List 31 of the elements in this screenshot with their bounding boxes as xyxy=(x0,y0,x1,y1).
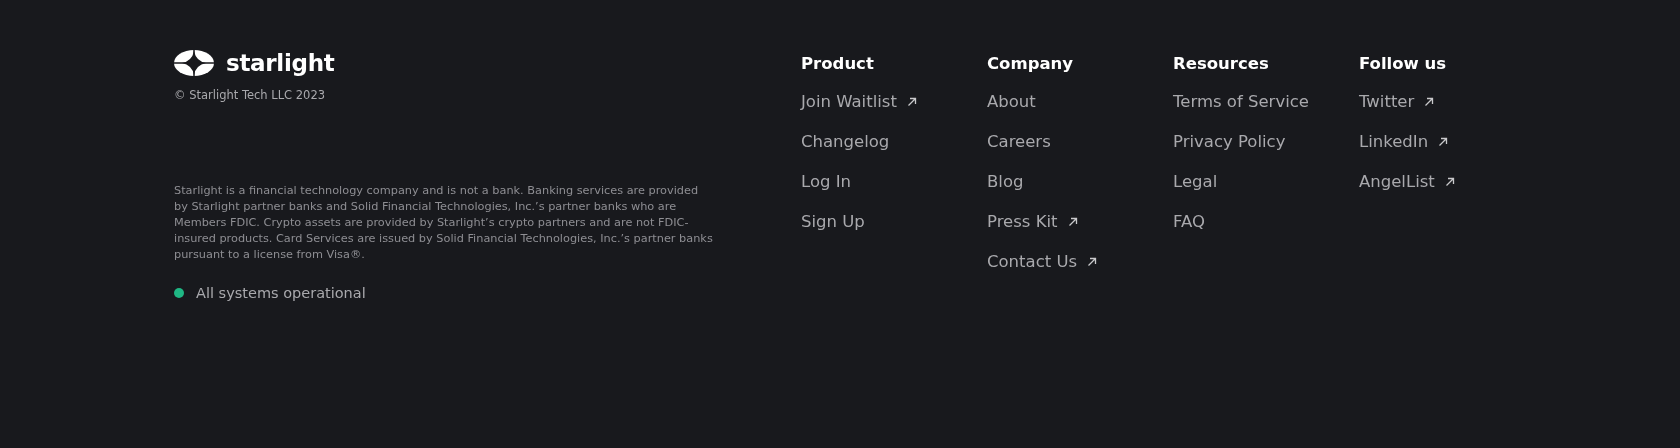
footer-link[interactable]: Log In xyxy=(801,172,852,191)
column-heading: Follow us xyxy=(1359,54,1448,73)
logo-icon xyxy=(174,50,214,76)
external-link-icon xyxy=(1444,176,1455,187)
external-link-icon xyxy=(1438,136,1449,147)
disclaimer-text: Starlight is a financial technology company and is not a bank. Banking services are provided by Starlight partner banks and Solid Financial Technologies, Inc.’s partner banks who are Members FDIC. Crypto assets are provided by Starlight’s crypto partners and are not FDIC-insured products. Card Services are issued by Solid Financial Technologies, Inc.’s partner banks pursuant to a license from Visa®. xyxy=(174,183,714,263)
footer-link[interactable]: Careers xyxy=(987,132,1051,151)
footer-link[interactable]: Press Kit xyxy=(987,212,1078,231)
column-heading: Resources xyxy=(1173,54,1270,73)
footer-link[interactable]: Legal xyxy=(1173,172,1218,191)
footer-link[interactable]: Blog xyxy=(987,172,1024,191)
footer-link[interactable]: Changelog xyxy=(801,132,890,151)
footer-link[interactable]: AngelList xyxy=(1359,172,1455,191)
footer-link[interactable]: Contact Us xyxy=(987,252,1098,271)
footer-link[interactable]: About xyxy=(987,92,1036,111)
copyright-text: © Starlight Tech LLC 2023 xyxy=(174,88,326,102)
status-text: All systems operational xyxy=(196,285,366,301)
external-link-icon xyxy=(906,96,917,107)
external-link-icon xyxy=(1087,256,1098,267)
footer-link[interactable]: Join Waitlist xyxy=(801,92,917,111)
external-link-icon xyxy=(1424,96,1435,107)
external-link-icon xyxy=(1067,216,1078,227)
footer-link[interactable]: LinkedIn xyxy=(1359,132,1449,151)
footer-link[interactable]: Terms of Service xyxy=(1173,92,1309,111)
footer-link[interactable]: Twitter xyxy=(1359,92,1435,111)
column-heading: Product xyxy=(801,54,875,73)
footer-link[interactable]: Sign Up xyxy=(801,212,865,231)
column-heading: Company xyxy=(987,54,1075,73)
brand-name: starlight xyxy=(226,50,335,76)
footer-link[interactable]: FAQ xyxy=(1173,212,1205,231)
footer-link[interactable]: Privacy Policy xyxy=(1173,132,1286,151)
